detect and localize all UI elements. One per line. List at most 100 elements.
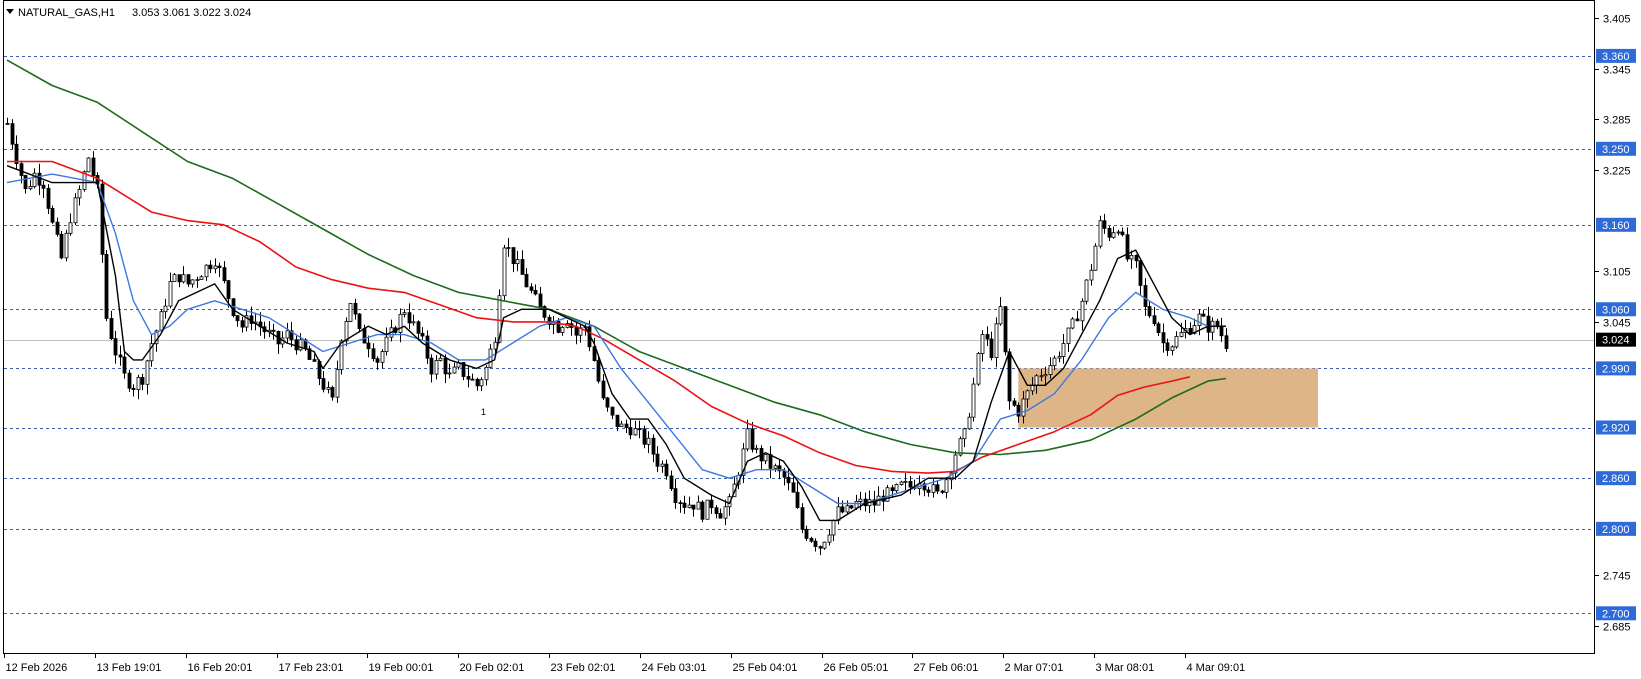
candle-body-bull: [1116, 231, 1121, 234]
candle-body-bull: [1170, 346, 1175, 351]
support-zone: [1018, 368, 1318, 428]
level-badge-3.250: 3.250: [1602, 144, 1630, 156]
candle-body-bull: [411, 321, 416, 324]
candle-181: [822, 541, 827, 550]
candle-body-bull: [190, 279, 195, 285]
candle-body-bull: [213, 265, 218, 270]
candle-body-bull: [68, 222, 73, 234]
candle-body-bull: [845, 505, 850, 513]
candle-12: [59, 230, 64, 260]
candle-body-bear: [312, 359, 317, 362]
y-tick-label-2.685: 2.685: [1603, 622, 1631, 634]
candle-body-bear: [1120, 231, 1125, 236]
candle-176: [800, 503, 805, 534]
level-badge-3.160: 3.160: [1602, 220, 1630, 232]
candle-body-bull: [1034, 375, 1039, 386]
candle-body-bull: [619, 423, 624, 427]
candle-body-bull: [73, 197, 78, 224]
candle-body-bear: [1224, 335, 1229, 349]
candle-body-bear: [610, 406, 615, 416]
annotation-label: 1: [481, 407, 486, 417]
candle-body-bull: [515, 259, 520, 265]
candle-body-bear: [443, 357, 448, 375]
candle-body-bear: [533, 289, 538, 295]
candle-body-bull: [1129, 254, 1134, 260]
candle-body-bull: [994, 323, 999, 359]
candle-body-bear: [664, 463, 669, 477]
candle-body-bear: [637, 428, 642, 431]
candle-body-bear: [353, 302, 358, 315]
candle-body-bull: [1098, 220, 1103, 247]
candle-body-bull: [204, 264, 209, 278]
candle-body-bear: [59, 233, 64, 259]
candle-body-bear: [366, 342, 371, 350]
candle-27: [127, 369, 132, 392]
candle-body-bull: [136, 377, 141, 391]
x-tick-label-11: 2 Mar 07:01: [1005, 662, 1064, 674]
candle-body-bull: [1025, 390, 1030, 400]
level-badge-3.060: 3.060: [1602, 304, 1630, 316]
candle-body-bear: [642, 428, 647, 445]
candle-body-bull: [633, 428, 638, 436]
candle-body-bull: [899, 481, 904, 485]
candle-body-bear: [511, 247, 516, 265]
candle-body-bull: [967, 416, 972, 430]
candle-body-bear: [1152, 315, 1157, 325]
candle-body-bull: [1039, 375, 1044, 378]
candle-body-bull: [1052, 357, 1057, 367]
x-tick-label-13: 4 Mar 09:01: [1187, 662, 1246, 674]
candle-body-bull: [858, 498, 863, 502]
candle-body-bear: [809, 538, 814, 542]
candle-body-bull: [159, 311, 164, 332]
candle-body-bear: [1003, 306, 1008, 353]
candle-13: [64, 229, 69, 262]
candle-242: [1098, 215, 1103, 249]
price-chart[interactable]: 1 3.405 3.345 3.285 3.225 3.105 3.045 2.745 2.6…: [0, 0, 1641, 679]
candle-body-bear: [1125, 234, 1130, 260]
candle-body-bear: [1165, 342, 1170, 351]
candle-body-bear: [104, 254, 109, 319]
candle-10: [50, 205, 55, 224]
candle-body-bull: [696, 501, 701, 510]
level-badge-2.860: 2.860: [1602, 473, 1630, 485]
candle-body-bear: [601, 380, 606, 399]
candle-body-bear: [362, 328, 367, 344]
candle-221: [1003, 306, 1008, 356]
candle-body-bear: [294, 339, 299, 351]
candle-body-bear: [804, 528, 809, 539]
candle-body-bull: [163, 305, 168, 313]
candle-body-bull: [646, 437, 651, 445]
candle-body-bull: [438, 357, 443, 361]
candle-body-bull: [1066, 327, 1071, 344]
y-tick-label-3.045: 3.045: [1603, 318, 1631, 330]
candle-body-bull: [971, 383, 976, 418]
candle-body-bear: [226, 280, 231, 300]
highlight-zone-layer: [1018, 368, 1318, 428]
candle-body-bear: [1147, 306, 1152, 317]
level-badge-2.800: 2.800: [1602, 524, 1630, 536]
x-tick-label-5: 20 Feb 02:01: [460, 662, 525, 674]
candle-body-bear: [240, 320, 245, 328]
candle-body-bear: [768, 454, 773, 469]
candle-body-bull: [1080, 300, 1085, 322]
candle-body-bear: [782, 470, 787, 478]
level-badge-2.920: 2.920: [1602, 423, 1630, 435]
price-axis: 3.405 3.345 3.285 3.225 3.105 3.045 2.745 2.685…: [1594, 0, 1641, 679]
candle-body-bear: [935, 484, 940, 492]
candle-body-bear: [1012, 400, 1017, 406]
candle-body-bear: [1219, 326, 1224, 337]
candle-body-bull: [506, 247, 511, 249]
candle-body-bull: [479, 379, 484, 387]
candle-22: [104, 249, 109, 322]
candle-body-bear: [330, 387, 335, 398]
candle-body-bull: [447, 372, 452, 375]
candle-body-bear: [700, 501, 705, 520]
candle-body-bear: [5, 123, 10, 125]
candle-body-bull: [754, 447, 759, 450]
candle-body-bear: [624, 423, 629, 428]
candle-body-bull: [502, 247, 507, 297]
candle-body-bull: [434, 360, 439, 375]
candle-body-bear: [407, 312, 412, 324]
candle-body-bull: [836, 506, 841, 521]
candle-body-bear: [989, 338, 994, 359]
